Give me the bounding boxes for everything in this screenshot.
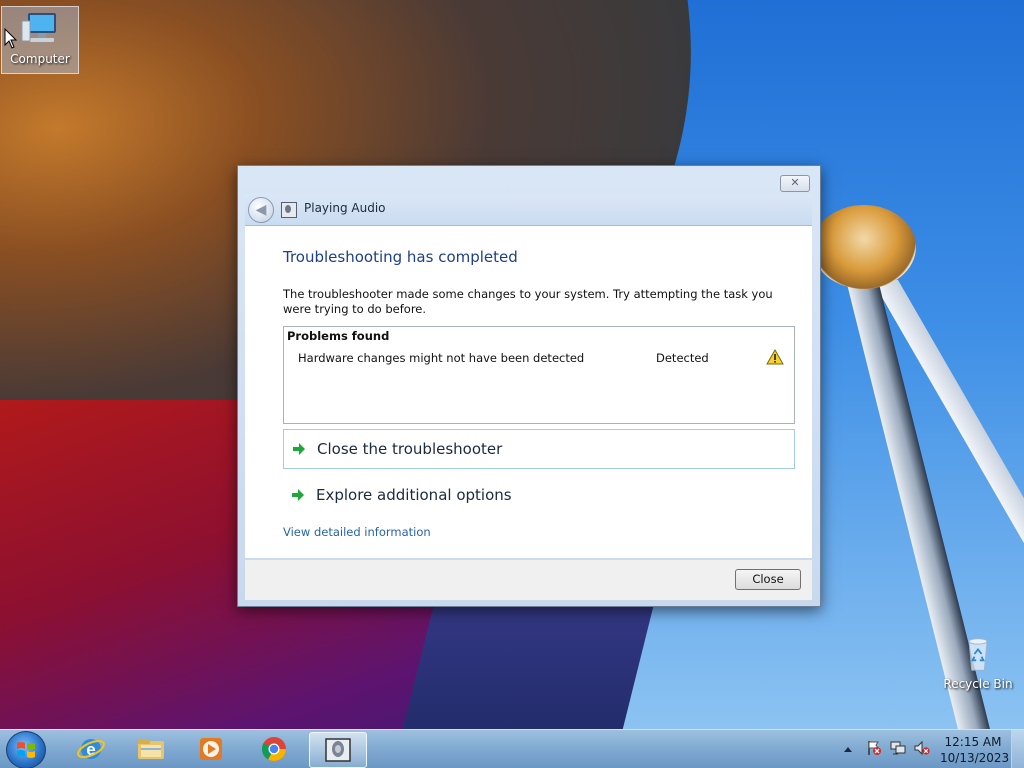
green-arrow-icon	[293, 443, 305, 455]
internet-explorer-icon: e	[77, 739, 105, 759]
close-button[interactable]: Close	[735, 569, 801, 590]
description-text: The troubleshooter made some changes to …	[283, 287, 773, 316]
start-button[interactable]	[6, 731, 46, 768]
media-player-icon	[200, 738, 222, 760]
dialog-content: Troubleshooting has completed The troubl…	[245, 226, 812, 558]
green-arrow-icon	[292, 489, 304, 501]
action-center-flag-icon[interactable]	[866, 740, 882, 756]
taskbar: e 12:15 AM 10/13/2023	[0, 729, 1024, 768]
chrome-icon	[261, 737, 286, 762]
window-close-button[interactable]: ✕	[780, 175, 810, 192]
desktop-icon-recycle-bin[interactable]: Recycle Bin	[940, 632, 1016, 691]
taskbar-google-chrome[interactable]	[249, 732, 299, 766]
troubleshooter-dialog: ✕ ◀ Playing Audio Troubleshooting has co…	[237, 165, 821, 607]
option-label: Explore additional options	[316, 486, 512, 504]
wallpaper-needle-top	[812, 205, 916, 289]
windows-logo-icon	[17, 742, 35, 758]
show-hidden-icons-arrow-icon[interactable]	[842, 741, 854, 757]
problems-found-title: Problems found	[287, 329, 390, 343]
troubleshooter-icon	[325, 738, 351, 762]
computer-icon	[21, 13, 56, 42]
explore-options-option[interactable]: Explore additional options	[283, 476, 793, 514]
taskbar-internet-explorer[interactable]: e	[66, 732, 116, 766]
desktop-icon-label: Computer	[10, 52, 70, 66]
network-icon[interactable]	[890, 740, 906, 756]
clock-date[interactable]: 10/13/2023	[940, 751, 1009, 765]
volume-muted-icon[interactable]	[914, 740, 930, 756]
dialog-title: Playing Audio	[304, 201, 386, 215]
page-heading: Troubleshooting has completed	[283, 248, 518, 266]
option-label: Close the troubleshooter	[317, 440, 503, 458]
dialog-footer: Close	[245, 560, 812, 600]
clock-time[interactable]: 12:15 AM	[940, 735, 1006, 749]
close-troubleshooter-option[interactable]: Close the troubleshooter	[283, 429, 795, 469]
back-arrow-button[interactable]: ◀	[248, 197, 274, 223]
taskbar-windows-media-player[interactable]	[186, 732, 236, 766]
warning-icon	[766, 349, 784, 365]
problems-found-panel: Problems found Hardware changes might no…	[283, 326, 795, 424]
taskbar-windows-explorer[interactable]	[126, 732, 176, 766]
problem-description: Hardware changes might not have been det…	[298, 351, 585, 365]
mouse-cursor-icon	[4, 28, 18, 49]
troubleshooter-app-icon	[281, 202, 297, 218]
problem-status: Detected	[656, 351, 709, 365]
view-detailed-information-link[interactable]: View detailed information	[283, 525, 431, 539]
dialog-navigation-bar: ◀ Playing Audio	[245, 194, 812, 226]
folder-icon	[138, 739, 164, 759]
show-desktop-button[interactable]	[1011, 730, 1024, 768]
desktop-icon-label: Recycle Bin	[943, 677, 1013, 691]
taskbar-playing-audio-troubleshooter[interactable]	[309, 732, 367, 768]
recycle-bin-icon	[968, 638, 988, 671]
